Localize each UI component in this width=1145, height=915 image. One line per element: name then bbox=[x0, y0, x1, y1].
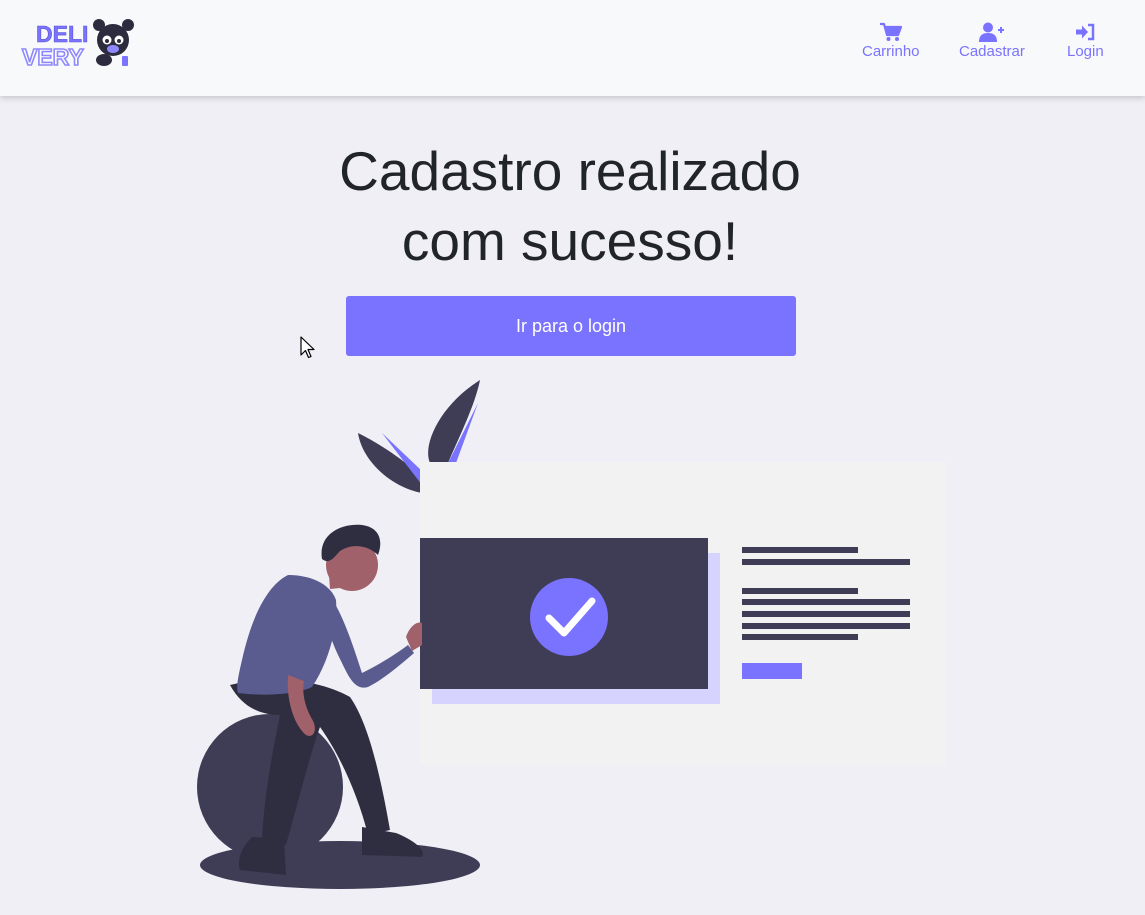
navbar: DELI VERY Carrinho Cadastrar Login bbox=[0, 0, 1145, 96]
page-title: Cadastro realizado com sucesso! bbox=[0, 136, 1140, 276]
go-to-login-button[interactable]: Ir para o login bbox=[346, 296, 796, 356]
shopping-cart-icon bbox=[879, 22, 902, 41]
nav-login-label: Login bbox=[1067, 43, 1104, 60]
accent-button-shape bbox=[742, 663, 802, 679]
leaf-dark-tall bbox=[428, 380, 480, 463]
nav-register-label: Cadastrar bbox=[959, 43, 1025, 60]
user-plus-icon bbox=[978, 22, 1004, 42]
svg-text:VERY: VERY bbox=[22, 44, 84, 70]
text-line bbox=[742, 599, 910, 605]
person-torso bbox=[237, 575, 337, 695]
text-line bbox=[742, 634, 858, 640]
person-shoe-right bbox=[362, 827, 423, 857]
text-line bbox=[742, 611, 910, 617]
delivery-logo[interactable]: DELI VERY bbox=[20, 16, 138, 74]
text-line bbox=[742, 547, 858, 553]
text-line bbox=[742, 623, 910, 629]
sign-in-icon bbox=[1076, 23, 1095, 41]
nav-cart[interactable]: Carrinho bbox=[862, 22, 920, 60]
check-circle-icon bbox=[530, 578, 608, 656]
page-title-line-1: Cadastro realizado bbox=[339, 140, 801, 202]
nav-login[interactable]: Login bbox=[1067, 22, 1104, 60]
nav-cart-label: Carrinho bbox=[862, 43, 920, 60]
success-illustration bbox=[197, 380, 946, 889]
nav-register[interactable]: Cadastrar bbox=[959, 22, 1025, 60]
page-title-line-2: com sucesso! bbox=[401, 210, 739, 272]
mouse-cursor-icon bbox=[300, 336, 315, 359]
text-line bbox=[742, 559, 910, 565]
text-line bbox=[742, 588, 858, 594]
